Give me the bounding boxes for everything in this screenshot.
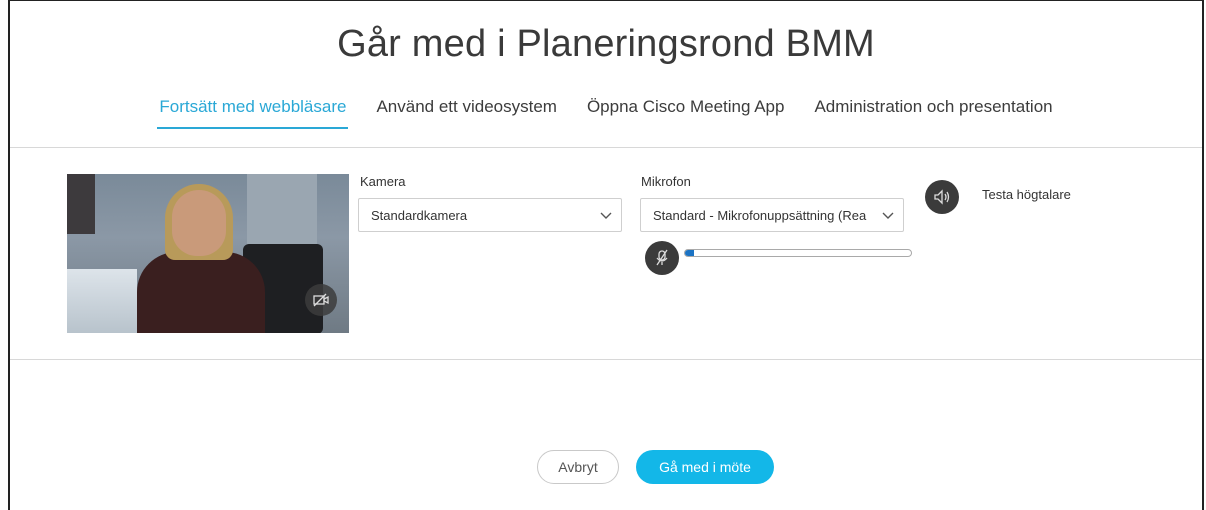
tab-continue-browser[interactable]: Fortsätt med webbläsare	[157, 97, 349, 129]
camera-off-icon[interactable]	[305, 284, 337, 316]
tab-administration-presentation[interactable]: Administration och presentation	[812, 97, 1054, 129]
chevron-down-icon	[600, 212, 612, 219]
speaker-icon[interactable]	[925, 180, 959, 214]
tab-video-system[interactable]: Använd ett videosystem	[374, 97, 558, 129]
test-speaker-link[interactable]: Testa högtalare	[982, 187, 1071, 202]
microphone-level-meter	[684, 249, 912, 257]
join-dialog: Går med i Planeringsrond BMM Fortsätt me…	[8, 0, 1204, 510]
join-meeting-button[interactable]: Gå med i möte	[636, 450, 774, 484]
camera-label: Kamera	[360, 174, 406, 189]
page-title: Går med i Planeringsrond BMM	[337, 23, 875, 65]
tab-cisco-meeting-app[interactable]: Öppna Cisco Meeting App	[585, 97, 787, 129]
microphone-select[interactable]: Standard - Mikrofonuppsättning (Rea	[640, 198, 904, 232]
camera-preview	[67, 174, 349, 333]
microphone-level-fill	[685, 250, 695, 256]
camera-selected-value: Standardkamera	[371, 207, 468, 223]
chevron-down-icon	[882, 212, 894, 219]
camera-select[interactable]: Standardkamera	[358, 198, 622, 232]
divider	[10, 359, 1202, 360]
microphone-selected-value: Standard - Mikrofonuppsättning (Rea	[653, 207, 867, 223]
microphone-label: Mikrofon	[641, 174, 691, 189]
mic-muted-icon[interactable]	[645, 241, 679, 275]
divider	[10, 147, 1202, 148]
cancel-button[interactable]: Avbryt	[537, 450, 619, 484]
join-method-tabs: Fortsätt med webbläsare Använd ett video…	[10, 97, 1202, 131]
